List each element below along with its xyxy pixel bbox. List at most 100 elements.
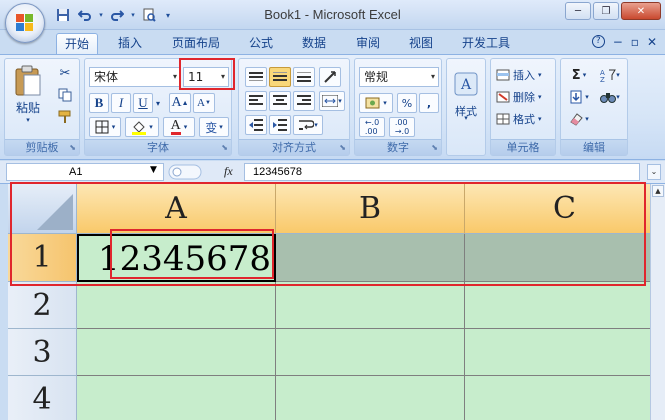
- clear-button[interactable]: ▾: [565, 109, 593, 129]
- vertical-scrollbar[interactable]: ▲: [650, 184, 665, 420]
- formula-resize-handle-icon[interactable]: [168, 163, 202, 181]
- bold-button[interactable]: B: [89, 93, 109, 113]
- name-box[interactable]: A1: [6, 163, 164, 181]
- cell-b4[interactable]: [276, 376, 465, 420]
- align-top-button[interactable]: [245, 67, 267, 87]
- increase-indent-button[interactable]: [269, 115, 291, 135]
- cell-a2[interactable]: [77, 282, 276, 329]
- restore-button[interactable]: ❐: [593, 2, 619, 20]
- cell-b1[interactable]: [276, 234, 465, 282]
- row-header-4[interactable]: 4: [8, 376, 77, 420]
- tab-data[interactable]: 数据: [292, 33, 336, 54]
- cut-button[interactable]: ✂: [55, 63, 75, 83]
- cell-b3[interactable]: [276, 329, 465, 376]
- percent-button[interactable]: %: [397, 93, 417, 113]
- number-format-dropdown[interactable]: 常规 ▾: [359, 67, 439, 87]
- editing-group: Σ ▾ AZ ▾ ▾ ▾ ▾ 编辑: [560, 58, 628, 156]
- decrease-indent-button[interactable]: [245, 115, 267, 135]
- tab-home[interactable]: 开始: [56, 33, 98, 54]
- insert-cells-button[interactable]: 插入 ▾: [495, 65, 553, 85]
- find-select-button[interactable]: ▾: [595, 87, 625, 107]
- row-header-2[interactable]: 2: [8, 282, 77, 329]
- phonetic-button[interactable]: 变 ▾: [199, 117, 229, 137]
- comma-button[interactable]: ,: [419, 93, 439, 113]
- row-header-3[interactable]: 3: [8, 329, 77, 376]
- align-middle-button[interactable]: [269, 67, 291, 87]
- font-launcher-icon[interactable]: ⬊: [221, 143, 228, 152]
- chevron-down-icon: ▾: [538, 71, 542, 79]
- scroll-up-icon[interactable]: ▲: [652, 185, 664, 197]
- font-name-dropdown[interactable]: 宋体 ▾: [89, 67, 181, 87]
- accounting-format-button[interactable]: ▾: [359, 93, 393, 113]
- workbook-restore-button[interactable]: ▫: [631, 35, 639, 49]
- sort-filter-button[interactable]: AZ ▾: [595, 65, 625, 85]
- help-icon[interactable]: ?: [591, 35, 605, 48]
- alignment-launcher-icon[interactable]: ⬊: [339, 143, 346, 152]
- cell-b2[interactable]: [276, 282, 465, 329]
- wrap-text-button[interactable]: ▾: [293, 115, 323, 135]
- shrink-font-button[interactable]: A ▼: [193, 93, 215, 113]
- insert-cells-icon: [496, 69, 510, 81]
- grow-font-button[interactable]: A ▲: [169, 93, 191, 113]
- fill-button[interactable]: ▾: [565, 87, 593, 107]
- workbook-minimize-button[interactable]: −: [613, 35, 623, 49]
- increase-decimal-button[interactable]: ←.0.00: [359, 117, 385, 137]
- align-center-button[interactable]: [269, 91, 291, 111]
- workbook-close-button[interactable]: ✕: [647, 35, 657, 49]
- tab-view[interactable]: 视图: [400, 33, 442, 54]
- tab-page-layout[interactable]: 页面布局: [162, 33, 230, 54]
- chevron-down-icon: ▾: [383, 99, 387, 107]
- office-button[interactable]: [5, 3, 45, 43]
- column-header-c[interactable]: C: [465, 184, 665, 234]
- orientation-icon: [324, 71, 336, 83]
- tab-review[interactable]: 审阅: [346, 33, 390, 54]
- minimize-button[interactable]: ─: [565, 2, 591, 20]
- italic-button[interactable]: I: [111, 93, 131, 113]
- align-right-button[interactable]: [293, 91, 315, 111]
- cell-c3[interactable]: [465, 329, 665, 376]
- align-bottom-button[interactable]: [293, 67, 315, 87]
- expand-formula-bar-icon[interactable]: ⌄: [647, 164, 661, 180]
- select-all-button[interactable]: [8, 184, 77, 234]
- font-color-button[interactable]: A ▾: [163, 117, 195, 137]
- tab-formulas[interactable]: 公式: [240, 33, 282, 54]
- cell-c2[interactable]: [465, 282, 665, 329]
- insert-function-button[interactable]: fx: [224, 164, 233, 179]
- delete-cells-label: 删除: [513, 91, 535, 104]
- cell-c4[interactable]: [465, 376, 665, 420]
- close-button[interactable]: ✕: [621, 2, 661, 20]
- number-launcher-icon[interactable]: ⬊: [431, 143, 438, 152]
- chevron-down-icon[interactable]: ▼: [150, 165, 157, 175]
- clipboard-launcher-icon[interactable]: ⬊: [69, 143, 76, 152]
- chevron-down-icon: ▾: [338, 97, 342, 105]
- styles-group: A ▾ 样式: [446, 58, 486, 156]
- format-painter-button[interactable]: [55, 107, 75, 127]
- text-direction-button[interactable]: [319, 67, 341, 87]
- cell-a1[interactable]: 12345678: [77, 234, 276, 282]
- format-cells-button[interactable]: 格式 ▾: [495, 109, 553, 129]
- decrease-decimal-button[interactable]: .00 →.0: [389, 117, 415, 137]
- cell-c1[interactable]: [465, 234, 665, 282]
- merge-center-button[interactable]: ▾: [319, 91, 345, 111]
- delete-cells-button[interactable]: 删除 ▾: [495, 87, 553, 107]
- tab-insert[interactable]: 插入: [108, 33, 152, 54]
- paste-button[interactable]: 粘贴 ▾: [11, 63, 45, 125]
- formula-input[interactable]: 12345678: [244, 163, 640, 181]
- fill-color-button[interactable]: ▾: [125, 117, 159, 137]
- copy-button[interactable]: [55, 85, 75, 105]
- chevron-down-icon: ▾: [183, 123, 188, 131]
- tab-developer[interactable]: 开发工具: [452, 33, 520, 54]
- cell-a4[interactable]: [77, 376, 276, 420]
- column-header-b[interactable]: B: [276, 184, 465, 234]
- column-header-a[interactable]: A: [77, 184, 276, 234]
- autosum-button[interactable]: Σ ▾: [565, 65, 593, 85]
- underline-dropdown-icon[interactable]: ▾: [153, 93, 163, 113]
- cell-a3[interactable]: [77, 329, 276, 376]
- underline-button[interactable]: U: [133, 93, 153, 113]
- borders-button[interactable]: ▾: [89, 117, 121, 137]
- row-header-1[interactable]: 1: [8, 234, 77, 282]
- align-left-button[interactable]: [245, 91, 267, 111]
- font-size-dropdown[interactable]: 11 ▾: [183, 67, 229, 87]
- align-left-icon: [249, 95, 263, 105]
- font-name-value: 宋体: [94, 70, 119, 84]
